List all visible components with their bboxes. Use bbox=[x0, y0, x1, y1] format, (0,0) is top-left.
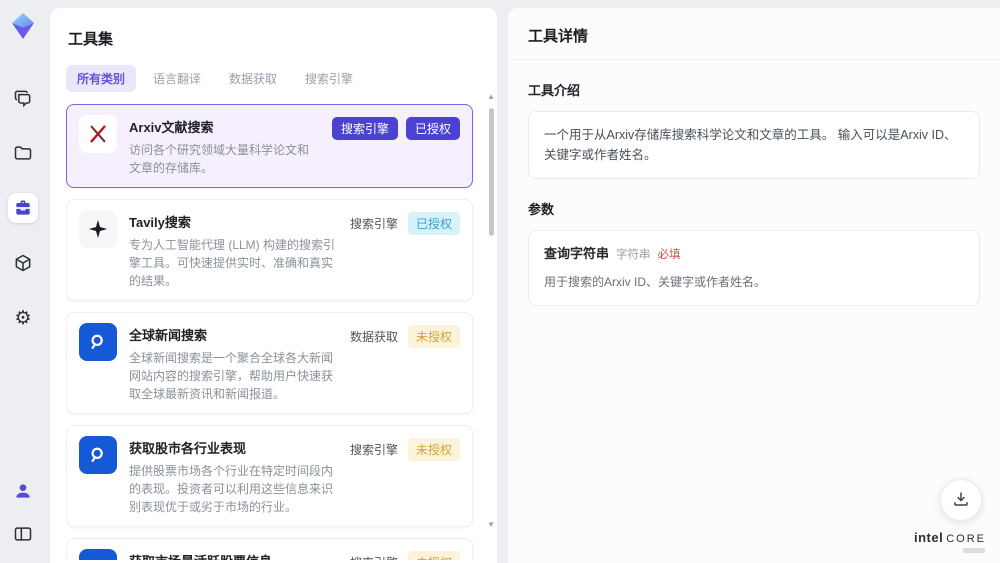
param-desc: 用于搜索的Arxiv ID、关键字或作者姓名。 bbox=[544, 274, 767, 289]
tab-data-fetching[interactable]: 数据获取 bbox=[218, 65, 288, 92]
tool-card-tavily[interactable]: Tavily搜索 专为人工智能代理 (LLM) 构建的搜索引擎工具。可快速提供实… bbox=[66, 199, 473, 301]
tool-desc: 提供股票市场各个行业在特定时间段内的表现。投资者可以利用这些信息来识别表现优于或… bbox=[129, 464, 334, 514]
category-badge: 搜索引擎 bbox=[348, 551, 400, 560]
tool-card-stock-sectors[interactable]: 获取股市各行业表现 提供股票市场各个行业在特定时间段内的表现。投资者可以利用这些… bbox=[66, 425, 473, 527]
page-title: 工具集 bbox=[68, 31, 114, 48]
category-badge: 搜索引擎 bbox=[331, 117, 398, 140]
toolbox-icon bbox=[13, 198, 33, 218]
sidebar-item-chat[interactable] bbox=[8, 83, 38, 113]
scroll-up-arrow[interactable]: ▲ bbox=[487, 92, 495, 101]
intel-logo-text: intel bbox=[913, 530, 944, 545]
tab-language-translation[interactable]: 语言翻译 bbox=[142, 65, 212, 92]
category-tabs: 所有类别 语言翻译 数据获取 搜索引擎 bbox=[66, 65, 483, 92]
scroll-down-arrow[interactable]: ▼ bbox=[487, 520, 495, 529]
tools-panel: 工具集 所有类别 语言翻译 数据获取 搜索引擎 Arxiv文献搜索 访问各个研究… bbox=[50, 8, 497, 563]
tool-intro-box: 一个用于从Arxiv存储库搜索科学论文和文章的工具。 输入可以是Arxiv ID… bbox=[528, 111, 980, 179]
app-logo-icon bbox=[9, 11, 37, 41]
arxiv-logo-icon bbox=[79, 115, 117, 153]
params-section-title: 参数 bbox=[528, 202, 555, 217]
panel-toggle-icon bbox=[13, 524, 33, 544]
stock-search-magnifier-icon bbox=[79, 436, 117, 474]
chat-icon bbox=[13, 88, 33, 108]
scrollbar-thumb[interactable] bbox=[489, 108, 494, 236]
category-badge: 数据获取 bbox=[349, 330, 398, 344]
tool-card-global-news[interactable]: 全球新闻搜索 全球新闻搜索是一个聚合全球各大新闻网站内容的搜索引擎，帮助用户快速… bbox=[66, 312, 473, 414]
tool-title: Tavily搜索 bbox=[129, 215, 191, 230]
gear-icon: ⚙ bbox=[14, 307, 32, 329]
tool-card-active-stocks[interactable]: 获取市场最活跃股票信息 提供当天交易量最高的股票列表，投资者可以利用这些信息来识… bbox=[66, 538, 473, 560]
stock-search-magnifier-icon bbox=[79, 549, 117, 560]
sidebar-item-models[interactable] bbox=[8, 248, 38, 278]
core-logo-text: core bbox=[946, 533, 986, 545]
list-scrollbar[interactable] bbox=[489, 108, 494, 548]
param-box: 查询字符串 字符串 必填 用于搜索的Arxiv ID、关键字或作者姓名。 bbox=[528, 230, 980, 306]
tool-title: 获取市场最活跃股票信息 bbox=[129, 551, 336, 560]
status-badge: 未授权 bbox=[407, 325, 460, 348]
intel-badge-bar bbox=[963, 548, 985, 553]
app-sidebar: ⚙ bbox=[0, 0, 46, 563]
status-badge: 已授权 bbox=[407, 212, 460, 235]
tool-desc: 访问各个研究领域大量科学论文和文章的存储库。 bbox=[129, 143, 310, 175]
download-icon bbox=[952, 490, 970, 511]
download-button[interactable] bbox=[940, 479, 982, 521]
folder-icon bbox=[13, 143, 33, 163]
status-badge: 已授权 bbox=[405, 117, 460, 140]
sidebar-item-tools[interactable] bbox=[8, 193, 38, 223]
tool-desc: 全球新闻搜索是一个聚合全球各大新闻网站内容的搜索引擎，帮助用户快速获取全球最新资… bbox=[129, 351, 334, 401]
tab-search-engine[interactable]: 搜索引擎 bbox=[294, 65, 364, 92]
sidebar-item-account[interactable] bbox=[8, 476, 38, 506]
tool-desc: 专为人工智能代理 (LLM) 构建的搜索引擎工具。可快速提供实时、准确和真实的结… bbox=[129, 238, 336, 288]
tavily-star-icon bbox=[79, 210, 117, 248]
detail-title: 工具详情 bbox=[528, 28, 589, 45]
user-icon bbox=[13, 481, 33, 501]
tool-title: 获取股市各行业表现 bbox=[129, 441, 247, 456]
tool-title: 全球新闻搜索 bbox=[129, 328, 208, 343]
tab-all-categories[interactable]: 所有类别 bbox=[66, 65, 137, 92]
param-type: 字符串 bbox=[616, 249, 651, 261]
status-badge: 未授权 bbox=[407, 438, 460, 461]
sidebar-item-settings[interactable]: ⚙ bbox=[8, 303, 38, 333]
param-name: 查询字符串 bbox=[544, 246, 610, 261]
tool-title: Arxiv文献搜索 bbox=[129, 120, 214, 135]
category-badge: 搜索引擎 bbox=[349, 217, 398, 231]
sidebar-item-panel-toggle[interactable] bbox=[8, 519, 38, 549]
param-required-badge: 必填 bbox=[657, 249, 681, 261]
intel-core-logo: intel core bbox=[914, 530, 986, 553]
status-badge: 未授权 bbox=[407, 551, 460, 560]
tool-card-arxiv[interactable]: Arxiv文献搜索 访问各个研究领域大量科学论文和文章的存储库。 搜索引擎 已授… bbox=[66, 104, 473, 188]
tool-detail-panel: 工具详情 工具介绍 一个用于从Arxiv存储库搜索科学论文和文章的工具。 输入可… bbox=[508, 8, 1000, 563]
category-badge: 搜索引擎 bbox=[349, 443, 398, 457]
news-search-magnifier-icon bbox=[79, 323, 117, 361]
cube-icon bbox=[13, 253, 33, 273]
sidebar-item-files[interactable] bbox=[8, 138, 38, 168]
tool-list: Arxiv文献搜索 访问各个研究领域大量科学论文和文章的存储库。 搜索引擎 已授… bbox=[66, 104, 483, 560]
detail-header: 工具详情 bbox=[508, 8, 1000, 60]
intro-section-title: 工具介绍 bbox=[528, 83, 581, 98]
